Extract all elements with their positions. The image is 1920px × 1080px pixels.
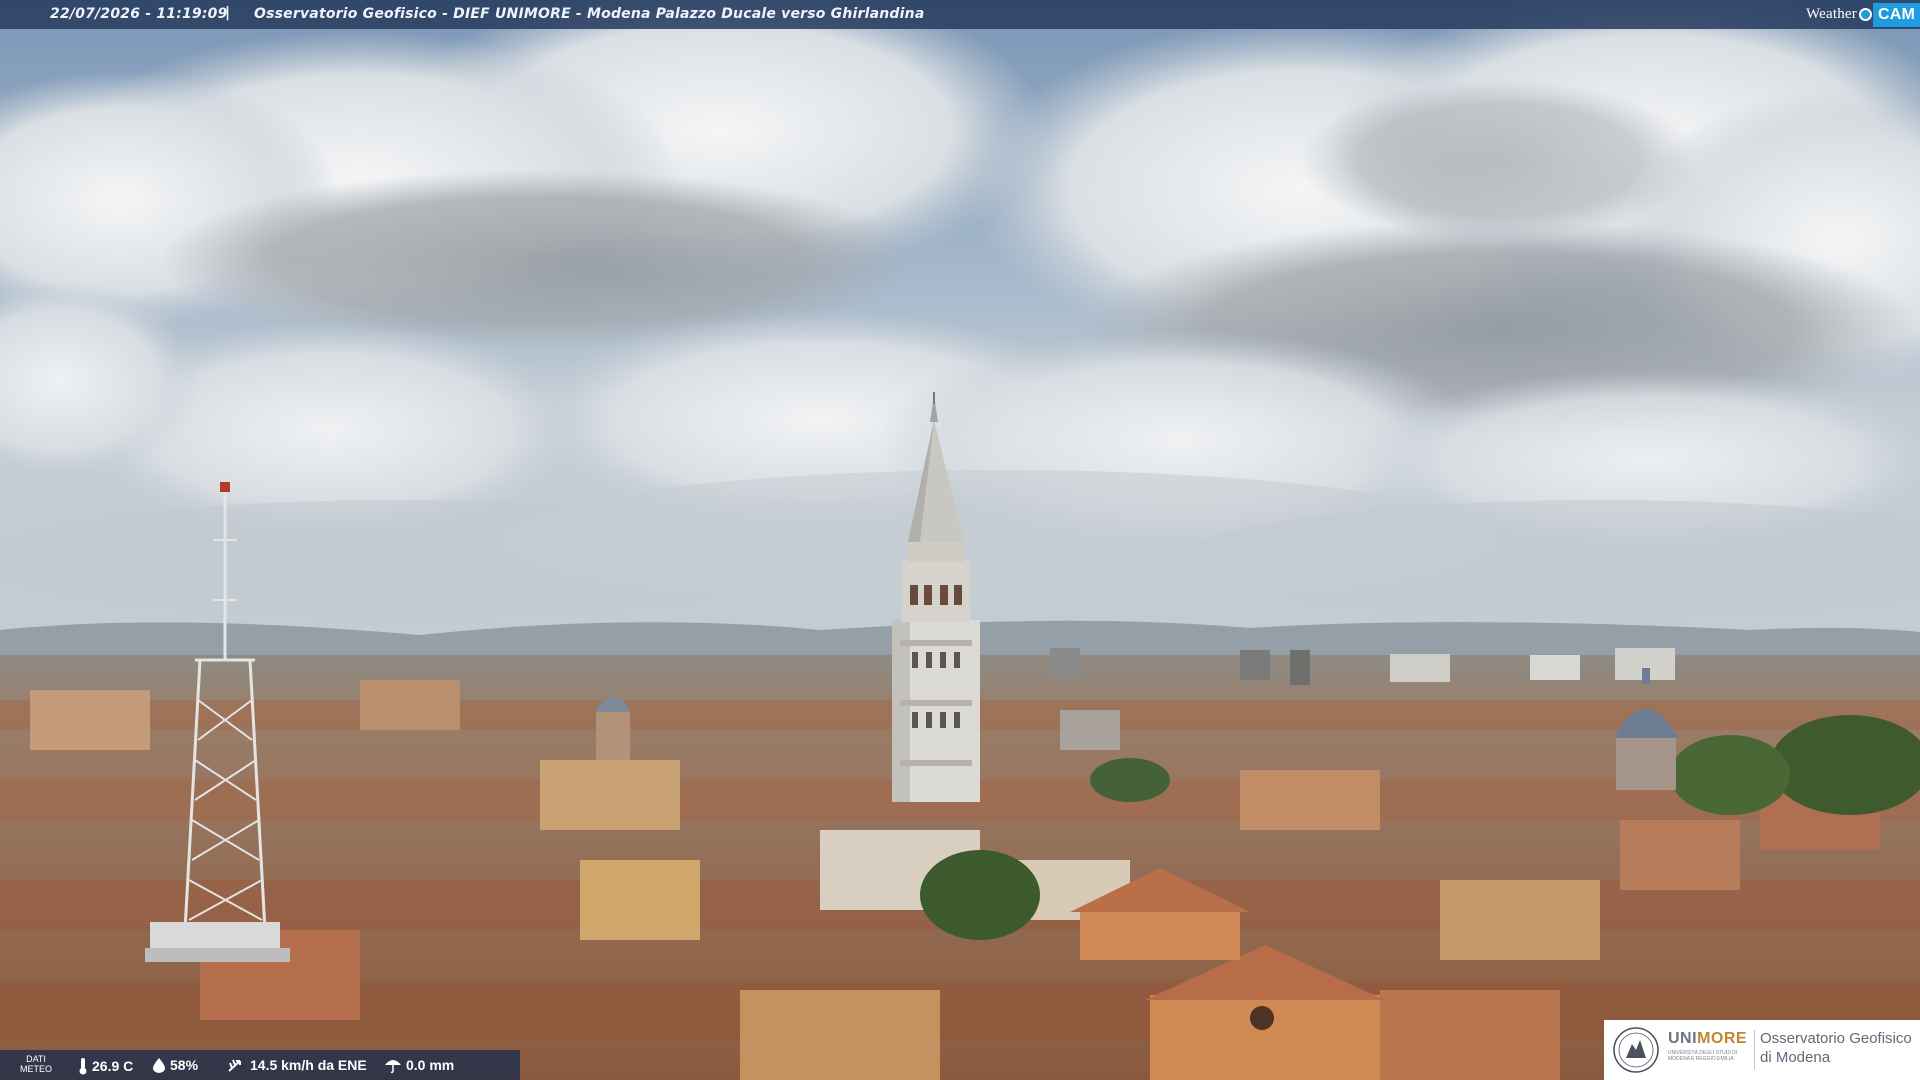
wind-value: 14.5 km/h da ENE [250,1057,367,1073]
caption-separator: | [225,5,231,21]
humidity-value: 58% [170,1057,199,1073]
lens-icon [1858,8,1872,21]
unimore-wordmark-uni: UNI [1668,1030,1698,1047]
umbrella-icon [385,1060,401,1073]
temperature-reading: 26.9 C [78,1057,133,1075]
humidity-reading: 58% [152,1057,198,1073]
observatory-name-line2: di Modena [1760,1049,1831,1066]
unimore-wordmark-more: MORE [1697,1030,1748,1047]
unimore-observatory-logo: UNIMORE UNIVERSITÀ DEGLI STUDI DI MODENA… [1604,1020,1920,1080]
brand-weather: Weather [1805,6,1857,22]
observatory-name: Osservatorio Geofisico di Modena [1760,1029,1912,1067]
rain-value: 0.0 mm [406,1057,455,1073]
capture-datetime: 22/07/2026 - 11:19:09 [50,6,228,22]
weathercam-logo: Weather CAM [1806,0,1920,29]
thermometer-icon [79,1058,87,1075]
weather-strip-label: DATI METEO [20,1054,53,1074]
rain-reading: 0.0 mm [384,1057,454,1073]
humidity-drop-icon [153,1058,165,1073]
university-seal-icon [1613,1027,1659,1073]
weather-data-strip: DATI METEO 26.9 C 58% 14.5 km/h da ENE 0… [0,1050,520,1080]
logo-divider [1754,1030,1755,1070]
camera-title: Osservatorio Geofisico - DIEF UNIMORE - … [254,6,925,22]
observatory-name-line1: Osservatorio Geofisico [1760,1030,1912,1047]
wind-reading: 14.5 km/h da ENE [228,1057,367,1073]
small-dome [595,696,631,760]
brand-cam: CAM [1872,2,1920,27]
unimore-wordmark: UNIMORE [1668,1030,1747,1048]
wind-vane-icon [228,1059,241,1072]
caption-bar: 22/07/2026 - 11:19:09 | Osservatorio Geo… [0,0,1920,29]
temperature-value: 26.9 C [92,1058,134,1074]
webcam-scene [0,0,1920,1080]
university-fullname: UNIVERSITÀ DEGLI STUDI DI MODENA E REGGI… [1668,1050,1738,1062]
